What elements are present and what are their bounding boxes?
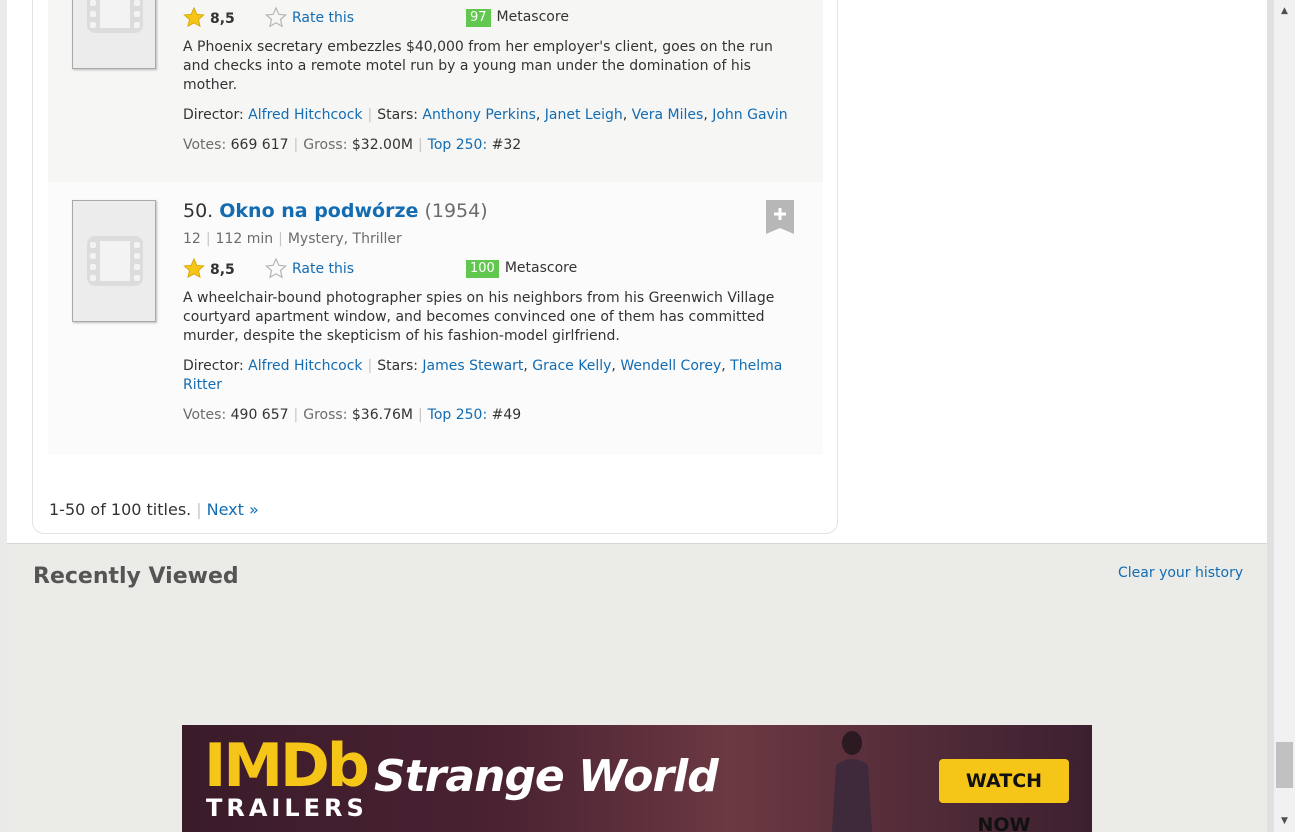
- genre: Mystery, Thriller: [287, 231, 402, 247]
- metascore-label: Metascore: [496, 9, 569, 25]
- imdb-logo: IMDb: [204, 731, 370, 801]
- imdb-rating: 8,5: [210, 262, 235, 278]
- top250-rank: #49: [491, 407, 522, 423]
- imdb-rating: 8,5: [210, 11, 235, 27]
- title-list: 8,5 Rate this 97 Metascore A Phoenix secr…: [32, 0, 838, 534]
- star-outline-icon[interactable]: [265, 7, 287, 28]
- star-link[interactable]: Grace Kelly: [532, 358, 611, 374]
- scrollbar-thumb[interactable]: [1276, 742, 1293, 788]
- star-link[interactable]: Anthony Perkins: [422, 107, 535, 123]
- star-filled-icon: [183, 7, 205, 28]
- clear-history-link[interactable]: Clear your history: [1118, 565, 1243, 581]
- director-label: Director:: [183, 107, 244, 123]
- stars-label: Stars:: [377, 358, 418, 374]
- scrollbar[interactable]: ▲ ▼: [1274, 0, 1295, 832]
- star-outline-icon[interactable]: [265, 258, 287, 279]
- year: (1954): [424, 200, 488, 222]
- title-line: 50. Okno na podwórze (1954): [183, 200, 793, 222]
- recently-viewed-heading: Recently Viewed: [33, 564, 239, 589]
- description: A wheelchair-bound photographer spies on…: [183, 290, 775, 344]
- star-link[interactable]: Janet Leigh: [545, 107, 623, 123]
- title-link[interactable]: Okno na podwórze: [219, 200, 418, 222]
- item-number: 50.: [183, 200, 214, 222]
- rating-row: 8,5 Rate this 100 Metascore: [183, 257, 793, 281]
- left-edge: [0, 0, 7, 832]
- runtime: 112 min: [215, 231, 274, 247]
- votes-value: 669 617: [230, 137, 289, 153]
- description: A Phoenix secretary embezzles $40,000 fr…: [183, 39, 773, 93]
- credits: Director: Alfred Hitchcock | Stars: Anthon…: [183, 107, 788, 123]
- metascore-badge: 97: [466, 9, 491, 27]
- pagination: 1-50 of 100 titles. | Next »: [49, 500, 259, 519]
- top250-link[interactable]: Top 250:: [428, 137, 488, 153]
- rate-this-link[interactable]: Rate this: [292, 261, 354, 277]
- next-page-link[interactable]: Next »: [207, 500, 259, 519]
- pagination-range: 1-50 of 100 titles.: [49, 500, 192, 519]
- list-item: 50. Okno na podwórze (1954) 12 | 112 min | M…: [48, 182, 823, 455]
- star-link[interactable]: Vera Miles: [632, 107, 704, 123]
- top250-link[interactable]: Top 250:: [428, 407, 488, 423]
- star-link[interactable]: John Gavin: [712, 107, 787, 123]
- metascore: 97 Metascore: [466, 9, 569, 27]
- rating-row: 8,5 Rate this 97 Metascore: [183, 6, 793, 30]
- film-icon: [87, 236, 143, 286]
- certificate: 12: [183, 231, 201, 247]
- star-filled-icon: [183, 258, 205, 279]
- director-link[interactable]: Alfred Hitchcock: [248, 107, 362, 123]
- star-link[interactable]: Wendell Corey: [620, 358, 721, 374]
- rate-this-link[interactable]: Rate this: [292, 10, 354, 26]
- trailer-ad-banner[interactable]: IMDb TRAILERS Strange World WATCH NOW: [182, 725, 1092, 832]
- meta-line: 12 | 112 min | Mystery, Thriller: [183, 231, 402, 247]
- metascore: 100 Metascore: [466, 260, 577, 278]
- stats: Votes: 669 617 | Gross: $32.00M | Top 250: #…: [183, 137, 522, 153]
- director-link[interactable]: Alfred Hitchcock: [248, 358, 362, 374]
- film-icon: [87, 0, 143, 33]
- movie-title: Strange World: [374, 751, 719, 802]
- trailers-label: TRAILERS: [206, 794, 368, 822]
- scroll-up-arrow-icon[interactable]: ▲: [1274, 0, 1295, 22]
- watch-now-button[interactable]: WATCH NOW: [939, 759, 1069, 832]
- credits: Director: Alfred Hitchcock | Stars: James …: [183, 358, 783, 393]
- poster-placeholder[interactable]: [72, 200, 156, 322]
- gross-value: $32.00M: [351, 137, 413, 153]
- scroll-down-arrow-icon[interactable]: ▼: [1274, 810, 1295, 832]
- top250-rank: #32: [491, 137, 522, 153]
- metascore-badge: 100: [466, 260, 499, 278]
- stars-label: Stars:: [377, 107, 418, 123]
- director-label: Director:: [183, 358, 244, 374]
- poster-placeholder[interactable]: [72, 0, 156, 69]
- star-link[interactable]: James Stewart: [422, 358, 523, 374]
- gross-value: $36.76M: [351, 407, 413, 423]
- stats: Votes: 490 657 | Gross: $36.76M | Top 250: #…: [183, 407, 522, 423]
- character-figure: [832, 731, 872, 832]
- metascore-label: Metascore: [504, 260, 578, 276]
- right-gutter: [1267, 0, 1274, 832]
- votes-value: 490 657: [230, 407, 289, 423]
- list-item: 8,5 Rate this 97 Metascore A Phoenix secr…: [48, 0, 823, 182]
